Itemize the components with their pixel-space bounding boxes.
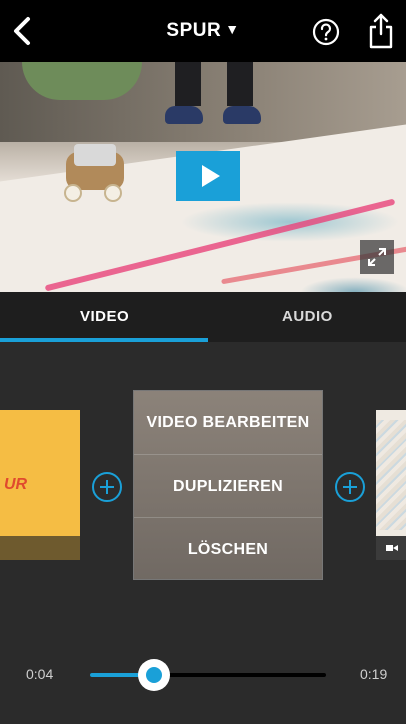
help-circle-icon[interactable] (312, 18, 340, 46)
tab-audio[interactable]: AUDIO (282, 308, 333, 325)
end-time: 0:19 (360, 666, 388, 682)
clip-footer (376, 536, 406, 560)
delete-menu-item[interactable]: LÖSCHEN (134, 517, 322, 581)
clip-title-text: UR (4, 476, 28, 493)
play-button[interactable] (176, 151, 240, 201)
video-camera-icon (386, 545, 398, 551)
clip-thumbnail-title[interactable]: UR (0, 410, 80, 560)
timeline-scrubber: 0:04 0:19 (0, 650, 406, 700)
start-time: 0:04 (26, 666, 54, 682)
video-object-bowl (22, 62, 142, 100)
video-person-legs (165, 62, 275, 132)
tab-video[interactable]: VIDEO (80, 308, 129, 325)
active-tab-indicator (0, 338, 208, 342)
project-title: SPUR (166, 20, 222, 41)
edit-video-menu-item[interactable]: VIDEO BEARBEITEN (134, 391, 322, 454)
project-title-dropdown[interactable]: SPUR ▼ (0, 20, 406, 42)
chevron-down-icon: ▼ (225, 21, 240, 37)
add-clip-button-right[interactable] (335, 472, 365, 502)
top-bar: SPUR ▼ (0, 0, 406, 62)
clip-thumbnail-video[interactable] (376, 410, 406, 560)
clip-context-menu: VIDEO BEARBEITEN DUPLIZIEREN LÖSCHEN (133, 390, 323, 580)
clip-footer (0, 536, 80, 560)
video-preview[interactable] (0, 62, 406, 292)
scrubber-handle[interactable] (137, 659, 170, 691)
add-clip-button-left[interactable] (92, 472, 122, 502)
duplicate-menu-item[interactable]: DUPLIZIEREN (134, 454, 322, 518)
expand-icon (368, 248, 386, 266)
editor-tabs: VIDEO AUDIO (0, 292, 406, 342)
video-robot-car (60, 140, 130, 202)
share-icon[interactable] (364, 12, 398, 50)
fullscreen-button[interactable] (360, 240, 394, 274)
